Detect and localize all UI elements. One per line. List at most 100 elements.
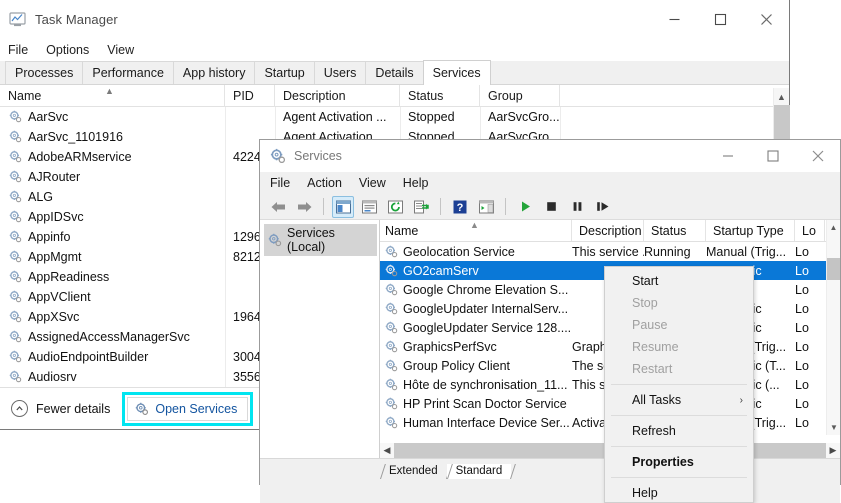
column-header-group[interactable]: Group [480,85,560,107]
service-status-cell: Stopped [400,107,480,127]
service-name-cell: AppMgmt [0,247,225,267]
menu-action[interactable]: Action [307,176,342,190]
services-gear-icon [9,330,23,344]
service-name-label: Google Chrome Elevation S... [403,283,568,297]
tab-services[interactable]: Services [423,60,491,85]
close-icon[interactable] [795,140,840,172]
menu-item-help[interactable]: Help [605,482,753,503]
column-header-log-on-as[interactable]: Lo [795,220,825,241]
column-header-name[interactable]: Name ▲ [0,85,225,107]
minimize-icon[interactable] [651,0,697,38]
service-name-label: AJRouter [28,170,80,184]
column-header-startup-type[interactable]: Startup Type [706,220,795,241]
tab-extended[interactable]: Extended [380,464,447,479]
service-log-on-as-cell: Lo [795,416,825,430]
tab-standard[interactable]: Standard [447,464,512,479]
menu-item-label: Start [632,274,658,288]
service-name-label: GoogleUpdater Service 128.... [403,321,571,335]
service-name-label: Audiosrv [28,370,77,384]
table-row[interactable]: Geolocation ServiceThis service ...Runni… [380,242,840,261]
menu-file[interactable]: File [8,43,28,57]
services-gear-icon [385,340,399,354]
scroll-up-icon[interactable]: ▲ [827,220,840,235]
column-header-pid[interactable]: PID [225,85,275,107]
service-name-label: AarSvc_1101916 [28,130,123,144]
scroll-up-icon[interactable]: ▲ [774,88,789,105]
task-manager-tabstrip: Processes Performance App history Startu… [0,61,789,85]
menu-options[interactable]: Options [46,43,89,57]
services-gear-icon [270,148,286,164]
back-icon[interactable] [267,196,289,218]
services-column-headers: Name ▲ Description Status Startup Type L… [380,220,840,242]
column-header-description[interactable]: Description [275,85,400,107]
service-name-cell: GoogleUpdater InternalServ... [380,302,572,316]
tab-app-history[interactable]: App history [173,61,256,84]
scrollbar-thumb[interactable] [827,258,840,280]
services-gear-icon [9,170,23,184]
maximize-icon[interactable] [697,0,743,38]
restart-service-icon[interactable] [592,196,614,218]
column-header-status[interactable]: Status [644,220,706,241]
column-header-name[interactable]: Name ▲ [380,220,572,241]
maximize-icon[interactable] [750,140,795,172]
tab-processes[interactable]: Processes [5,61,83,84]
stop-service-icon[interactable] [540,196,562,218]
menu-item-label: Resume [632,340,679,354]
services-gear-icon [385,264,399,278]
help-icon[interactable]: ? [449,196,471,218]
menu-item-start[interactable]: Start [605,270,753,292]
menu-separator [611,415,747,416]
open-services-button[interactable]: Open Services [127,397,248,421]
refresh-icon[interactable] [384,196,406,218]
forward-icon[interactable] [293,196,315,218]
column-header-status[interactable]: Status [400,85,480,107]
menu-help[interactable]: Help [403,176,429,190]
services-gear-icon [9,350,23,364]
scroll-down-icon[interactable]: ▼ [827,420,840,435]
tab-users[interactable]: Users [314,61,367,84]
service-pid-cell [225,107,275,127]
tab-details[interactable]: Details [365,61,423,84]
services-gear-icon [9,230,23,244]
scroll-left-icon[interactable]: ◀ [380,445,394,456]
menu-file[interactable]: File [270,176,290,190]
menu-view[interactable]: View [107,43,134,57]
task-manager-title: Task Manager [35,12,118,27]
table-row[interactable]: AarSvcAgent Activation ...StoppedAarSvcG… [0,107,789,127]
task-manager-caption-buttons [651,0,789,38]
service-name-label: Human Interface Device Ser... [403,416,570,430]
menu-item-refresh[interactable]: Refresh [605,420,753,442]
fewer-details-button[interactable]: Fewer details [11,400,110,417]
scrollbar-thumb[interactable] [774,105,790,139]
column-header-description[interactable]: Description [572,220,644,241]
export-list-icon[interactable] [410,196,432,218]
service-name-label: AssignedAccessManagerSvc [28,330,190,344]
scroll-right-icon[interactable]: ▶ [826,445,840,456]
menu-view[interactable]: View [359,176,386,190]
pause-service-icon[interactable] [566,196,588,218]
services-titlebar: Services [260,140,840,172]
service-log-on-as-cell: Lo [795,321,825,335]
menu-separator [611,477,747,478]
context-menu[interactable]: StartStopPauseResumeRestartAll Tasks›Ref… [604,266,754,503]
menu-item-pause: Pause [605,314,753,336]
menu-item-properties[interactable]: Properties [605,451,753,473]
services-window-title: Services [294,149,342,163]
services-gear-icon [385,416,399,430]
show-hide-tree-icon[interactable] [332,196,354,218]
services-vertical-scrollbar[interactable]: ▲ ▼ [826,220,840,435]
show-action-pane-icon[interactable] [475,196,497,218]
service-name-label: HP Print Scan Doctor Service [403,397,567,411]
properties-icon[interactable] [358,196,380,218]
service-name-label: AdobeARMservice [28,150,132,164]
tree-item-services-local[interactable]: Services (Local) [264,224,377,256]
minimize-icon[interactable] [705,140,750,172]
close-icon[interactable] [743,0,789,38]
menu-item-all-tasks[interactable]: All Tasks› [605,389,753,411]
tab-performance[interactable]: Performance [82,61,174,84]
start-service-icon[interactable] [514,196,536,218]
toolbar-separator [505,198,506,215]
tab-startup[interactable]: Startup [254,61,314,84]
menu-separator [611,384,747,385]
service-name-cell: AarSvc [0,107,225,127]
